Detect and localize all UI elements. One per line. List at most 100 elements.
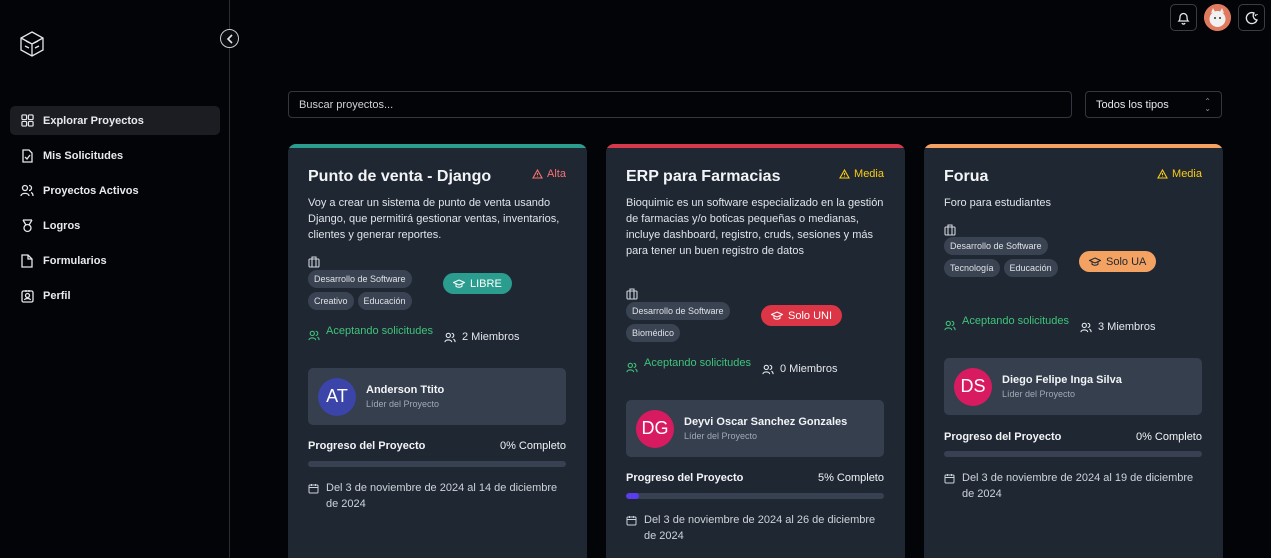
- leader-role: Líder del Proyecto: [1002, 389, 1076, 399]
- access-badge-label: Solo UA: [1106, 255, 1147, 268]
- project-status-row: Aceptando solicitudes 3 Miembros: [944, 313, 1202, 333]
- project-card[interactable]: Punto de venta - Django Alta Voy a crear…: [288, 144, 587, 558]
- sidebar-item-label: Proyectos Activos: [43, 184, 139, 197]
- accepting-status: Aceptando solicitudes: [308, 323, 444, 341]
- dates-label: Del 3 de noviembre de 2024 al 19 de dici…: [962, 472, 1194, 500]
- project-status-row: Aceptando solicitudes 0 Miembros: [626, 355, 884, 375]
- leader-name: Diego Felipe Inga Silva: [1002, 374, 1122, 386]
- sidebar-item-mis-solicitudes[interactable]: Mis Solicitudes: [10, 141, 220, 170]
- project-description: Foro para estudiantes: [944, 197, 1052, 209]
- calendar-icon: [308, 484, 319, 494]
- progress-percent: 0% Completo: [499, 440, 566, 452]
- warning-icon: [839, 169, 850, 179]
- medal-icon: [20, 218, 34, 233]
- category-tag: Tecnología: [944, 259, 1000, 277]
- members-label: 2 Miembros: [462, 331, 520, 343]
- sidebar-item-proyectos-activos[interactable]: Proyectos Activos: [10, 176, 220, 205]
- progress-label: Progreso del Proyecto: [626, 472, 744, 484]
- category-tag: Desarrollo de Software: [308, 270, 412, 288]
- card-accent-bar: [288, 144, 587, 148]
- leader-role: Líder del Proyecto: [684, 431, 758, 441]
- user-badge-icon: [20, 289, 34, 303]
- progress-row: Progreso del Proyecto 0% Completo: [944, 431, 1202, 443]
- accepting-status: Aceptando solicitudes: [944, 313, 1080, 331]
- type-filter-select[interactable]: Todos los tipos ⌃ ⌄: [1085, 91, 1222, 118]
- members-count: 3 Miembros: [1080, 321, 1155, 333]
- sidebar-nav: Explorar Proyectos Mis Solicitudes Proye…: [10, 106, 220, 316]
- priority-badge: Media: [839, 168, 884, 180]
- users-icon: [944, 320, 956, 331]
- accepting-label: Aceptando solicitudes: [644, 357, 752, 369]
- users-icon: [20, 184, 34, 198]
- progress-bar: [308, 461, 566, 467]
- progress-fill: [626, 493, 639, 499]
- users-icon: [308, 330, 320, 341]
- project-leader[interactable]: DG Deyvi Oscar Sanchez Gonzales Líder de…: [626, 400, 884, 457]
- progress-bar: [944, 451, 1202, 457]
- type-filter-value: Todos los tipos: [1096, 98, 1169, 111]
- sidebar-item-label: Logros: [43, 219, 81, 232]
- project-status-row: Aceptando solicitudes 2 Miembros: [308, 323, 566, 343]
- avatar-icon: [1204, 4, 1231, 31]
- sidebar: Explorar Proyectos Mis Solicitudes Proye…: [0, 0, 230, 558]
- members-label: 0 Miembros: [780, 363, 838, 375]
- collapse-sidebar-button[interactable]: [220, 29, 239, 48]
- category-tag: Desarrollo de Software: [944, 237, 1048, 255]
- access-badge: Solo UNI: [761, 305, 843, 326]
- app-logo-icon[interactable]: [18, 30, 46, 58]
- progress-label: Progreso del Proyecto: [944, 431, 1062, 443]
- sidebar-item-perfil[interactable]: Perfil: [10, 281, 220, 310]
- user-avatar[interactable]: [1204, 4, 1231, 31]
- project-title: Forua: [944, 168, 989, 185]
- priority-label: Alta: [547, 168, 566, 180]
- category-tag: Educación: [357, 292, 412, 310]
- project-card[interactable]: Forua Media Foro para estudiantes Desarr…: [924, 144, 1223, 558]
- project-description: Voy a crear un sistema de punto de venta…: [308, 197, 560, 241]
- chevron-updown-icon: ⌃ ⌄: [1204, 97, 1211, 113]
- category-tags: Desarrollo de Software Biomédico: [626, 302, 751, 342]
- progress-row: Progreso del Proyecto 5% Completo: [626, 472, 884, 484]
- avatar: AT: [318, 377, 356, 416]
- priority-label: Media: [854, 168, 884, 180]
- users-icon: [626, 362, 638, 373]
- progress-label: Progreso del Proyecto: [308, 440, 426, 452]
- sidebar-item-explorar-proyectos[interactable]: Explorar Proyectos: [10, 106, 220, 135]
- access-badge-label: LIBRE: [470, 277, 502, 290]
- access-badge: Solo UA: [1079, 251, 1157, 272]
- sidebar-item-logros[interactable]: Logros: [10, 211, 220, 240]
- search-input[interactable]: [288, 91, 1072, 118]
- project-card[interactable]: ERP para Farmacias Media Bioquimic es un…: [606, 144, 905, 558]
- progress-row: Progreso del Proyecto 0% Completo: [308, 440, 566, 452]
- sidebar-item-label: Perfil: [43, 289, 71, 302]
- accepting-label: Aceptando solicitudes: [326, 325, 434, 337]
- category-tag: Desarrollo de Software: [626, 302, 730, 320]
- project-dates: Del 3 de noviembre de 2024 al 26 de dici…: [626, 512, 884, 544]
- briefcase-icon: [308, 256, 320, 268]
- chevron-left-icon: [226, 33, 233, 44]
- accepting-status: Aceptando solicitudes: [626, 355, 762, 373]
- moon-icon: [1245, 11, 1258, 24]
- accepting-label: Aceptando solicitudes: [962, 315, 1070, 327]
- project-leader[interactable]: AT Anderson Ttito Líder del Proyecto: [308, 368, 566, 425]
- notifications-button[interactable]: [1170, 4, 1197, 31]
- sidebar-item-formularios[interactable]: Formularios: [10, 246, 220, 275]
- priority-label: Media: [1172, 168, 1202, 180]
- project-leader[interactable]: DS Diego Felipe Inga Silva Líder del Pro…: [944, 358, 1202, 415]
- sidebar-item-label: Explorar Proyectos: [43, 114, 144, 127]
- briefcase-icon: [626, 288, 638, 300]
- warning-icon: [532, 169, 543, 179]
- card-accent-bar: [606, 144, 905, 148]
- leader-name: Deyvi Oscar Sanchez Gonzales: [684, 416, 848, 428]
- category-tag: Creativo: [308, 292, 354, 310]
- sidebar-item-label: Mis Solicitudes: [43, 149, 124, 162]
- project-description: Bioquimic es un software especializado e…: [626, 197, 884, 257]
- users-icon: [762, 364, 774, 374]
- briefcase-icon: [944, 224, 956, 236]
- dates-label: Del 3 de noviembre de 2024 al 26 de dici…: [644, 514, 876, 542]
- theme-toggle-button[interactable]: [1238, 4, 1265, 31]
- project-title: Punto de venta - Django: [308, 168, 492, 185]
- dates-label: Del 3 de noviembre de 2024 al 14 de dici…: [326, 482, 558, 510]
- avatar: DG: [636, 409, 674, 448]
- category-tags: Desarrollo de Software Creativo Educació…: [308, 270, 433, 310]
- progress-bar: [626, 493, 884, 499]
